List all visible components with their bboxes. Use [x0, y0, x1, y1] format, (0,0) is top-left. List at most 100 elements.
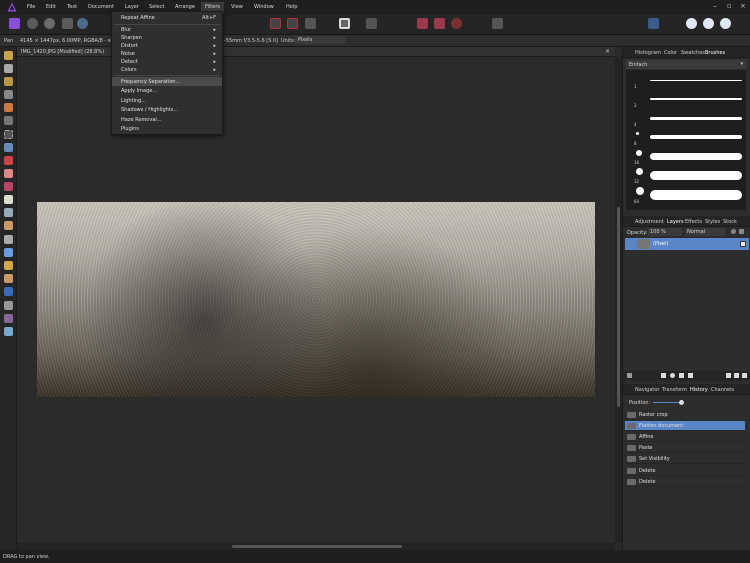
- color-picker-icon[interactable]: [4, 77, 13, 86]
- menu-select[interactable]: Select: [149, 4, 164, 10]
- marquee-icon[interactable]: [270, 18, 281, 29]
- clone-icon[interactable]: [4, 221, 13, 230]
- tab-channels[interactable]: Channels: [711, 387, 734, 393]
- position-slider[interactable]: [653, 400, 684, 405]
- arrange-icon[interactable]: [686, 18, 697, 29]
- tab-brushes[interactable]: Brushes: [705, 50, 725, 56]
- menu-text[interactable]: Text: [67, 4, 77, 10]
- quick-mask-icon[interactable]: [339, 18, 350, 29]
- tab-styles[interactable]: Styles: [705, 219, 720, 225]
- mirror-icon[interactable]: [305, 18, 316, 29]
- layer-row[interactable]: (Pixel): [625, 238, 749, 250]
- menu-item-lighting[interactable]: Lighting...: [112, 96, 222, 105]
- position-slider-knob[interactable]: [679, 400, 684, 405]
- fx-icon[interactable]: [679, 373, 684, 378]
- tab-navigator[interactable]: Navigator: [635, 387, 659, 393]
- tab-transform[interactable]: Transform: [662, 387, 687, 393]
- adjustment-icon[interactable]: [670, 373, 675, 378]
- liquify-persona-icon[interactable]: [27, 18, 38, 29]
- tab-histogram[interactable]: Histogram: [635, 50, 661, 56]
- history-entry[interactable]: Affine: [625, 432, 745, 442]
- blend-mode-select[interactable]: Normal: [685, 228, 725, 236]
- pixel-tool-icon[interactable]: [4, 182, 13, 191]
- develop-persona-icon[interactable]: [44, 18, 55, 29]
- mask-layer-icon[interactable]: [661, 373, 666, 378]
- erase-brush-icon[interactable]: [4, 195, 13, 204]
- paint-brush-icon[interactable]: [4, 169, 13, 178]
- healing-icon[interactable]: [4, 235, 13, 244]
- units-select[interactable]: Pixels: [295, 36, 345, 44]
- tab-layers[interactable]: Layers: [667, 219, 684, 225]
- minimize-button[interactable]: –: [713, 2, 717, 10]
- layer-visibility-checkbox[interactable]: [740, 241, 746, 247]
- tonemap-persona-icon[interactable]: [62, 18, 73, 29]
- history-entry[interactable]: Paste: [625, 443, 745, 453]
- shape-tool-icon[interactable]: [4, 287, 13, 296]
- history-entry[interactable]: Set Visibility: [625, 454, 745, 464]
- history-entry[interactable]: Delete: [625, 477, 745, 487]
- menu-item-plugins[interactable]: Plugins: [112, 124, 222, 133]
- blur-brush-icon[interactable]: [4, 248, 13, 257]
- maximize-button[interactable]: ▫: [727, 2, 732, 10]
- vertical-scroll-thumb[interactable]: [617, 207, 620, 407]
- menu-item-haze-removal[interactable]: Haze Removal...: [112, 115, 222, 124]
- sync-icon[interactable]: [703, 18, 714, 29]
- document-tab[interactable]: IMG_1420.JPG [Modified] (28.8%) ×: [17, 47, 615, 57]
- tab-stock[interactable]: Stock: [723, 219, 737, 225]
- tab-color[interactable]: Color: [664, 50, 677, 56]
- brush-item[interactable]: 8: [630, 130, 750, 147]
- brush-item[interactable]: 4: [630, 111, 750, 128]
- align-icon[interactable]: [648, 18, 659, 29]
- brush-item[interactable]: 16: [630, 149, 750, 166]
- canvas[interactable]: [17, 57, 615, 543]
- move-tool-icon[interactable]: [4, 64, 13, 73]
- delete-layer-icon[interactable]: [742, 373, 747, 378]
- menu-document[interactable]: Document: [88, 4, 114, 10]
- dodge-icon[interactable]: [4, 208, 13, 217]
- menu-item-colors[interactable]: Colors ▸: [112, 65, 222, 74]
- magic-wand-icon[interactable]: [4, 116, 13, 125]
- marquee-tool-icon[interactable]: [4, 130, 13, 139]
- assistant-icon[interactable]: [492, 18, 503, 29]
- mesh-warp-icon[interactable]: [4, 314, 13, 323]
- crop-tool-icon[interactable]: [4, 90, 13, 99]
- menu-view[interactable]: View: [231, 4, 243, 10]
- gear-icon[interactable]: [731, 229, 736, 234]
- pan-tool-icon[interactable]: [4, 51, 13, 60]
- flood-fill-icon[interactable]: [4, 143, 13, 152]
- share-icon[interactable]: [720, 18, 731, 29]
- brush-item[interactable]: 2: [630, 92, 750, 109]
- lock-icon[interactable]: [739, 229, 744, 234]
- crop-icon[interactable]: [287, 18, 298, 29]
- zoom-tool-icon[interactable]: [4, 327, 13, 336]
- brush-category-select[interactable]: Einfach ▾: [626, 60, 746, 69]
- tab-effects[interactable]: Effects: [685, 219, 702, 225]
- menu-item-apply-image[interactable]: Apply Image...: [112, 86, 222, 95]
- pen-tool-icon[interactable]: [4, 274, 13, 283]
- refine-icon[interactable]: [366, 18, 377, 29]
- app-logo-icon[interactable]: [7, 2, 17, 12]
- smudge-icon[interactable]: [4, 261, 13, 270]
- snapping-icon[interactable]: [434, 18, 445, 29]
- history-entry[interactable]: Flatten document: [625, 421, 745, 431]
- text-tool-icon[interactable]: [4, 301, 13, 310]
- layer-options-icon[interactable]: [627, 373, 632, 378]
- gradient-icon[interactable]: [4, 156, 13, 165]
- mask-icon[interactable]: [451, 18, 462, 29]
- selection-brush-icon[interactable]: [4, 103, 13, 112]
- history-entry[interactable]: Raster crop: [625, 410, 745, 420]
- brush-item[interactable]: 64: [630, 187, 750, 204]
- tab-swatches[interactable]: Swatches: [681, 50, 705, 56]
- menu-edit[interactable]: Edit: [46, 4, 56, 10]
- add-group-icon[interactable]: [726, 373, 731, 378]
- menu-help[interactable]: Help: [286, 4, 297, 10]
- export-persona-icon[interactable]: [77, 18, 88, 29]
- brush-item[interactable]: 1: [630, 73, 750, 90]
- horizontal-scrollbar[interactable]: [17, 543, 615, 550]
- vertical-scrollbar[interactable]: [615, 57, 622, 543]
- menu-file[interactable]: File: [27, 4, 35, 10]
- menu-item-shadows-highlights[interactable]: Shadows / Highlights...: [112, 105, 222, 114]
- add-layer-icon[interactable]: [734, 373, 739, 378]
- photo-persona-icon[interactable]: [9, 18, 20, 29]
- opacity-input[interactable]: 100 %: [648, 228, 682, 236]
